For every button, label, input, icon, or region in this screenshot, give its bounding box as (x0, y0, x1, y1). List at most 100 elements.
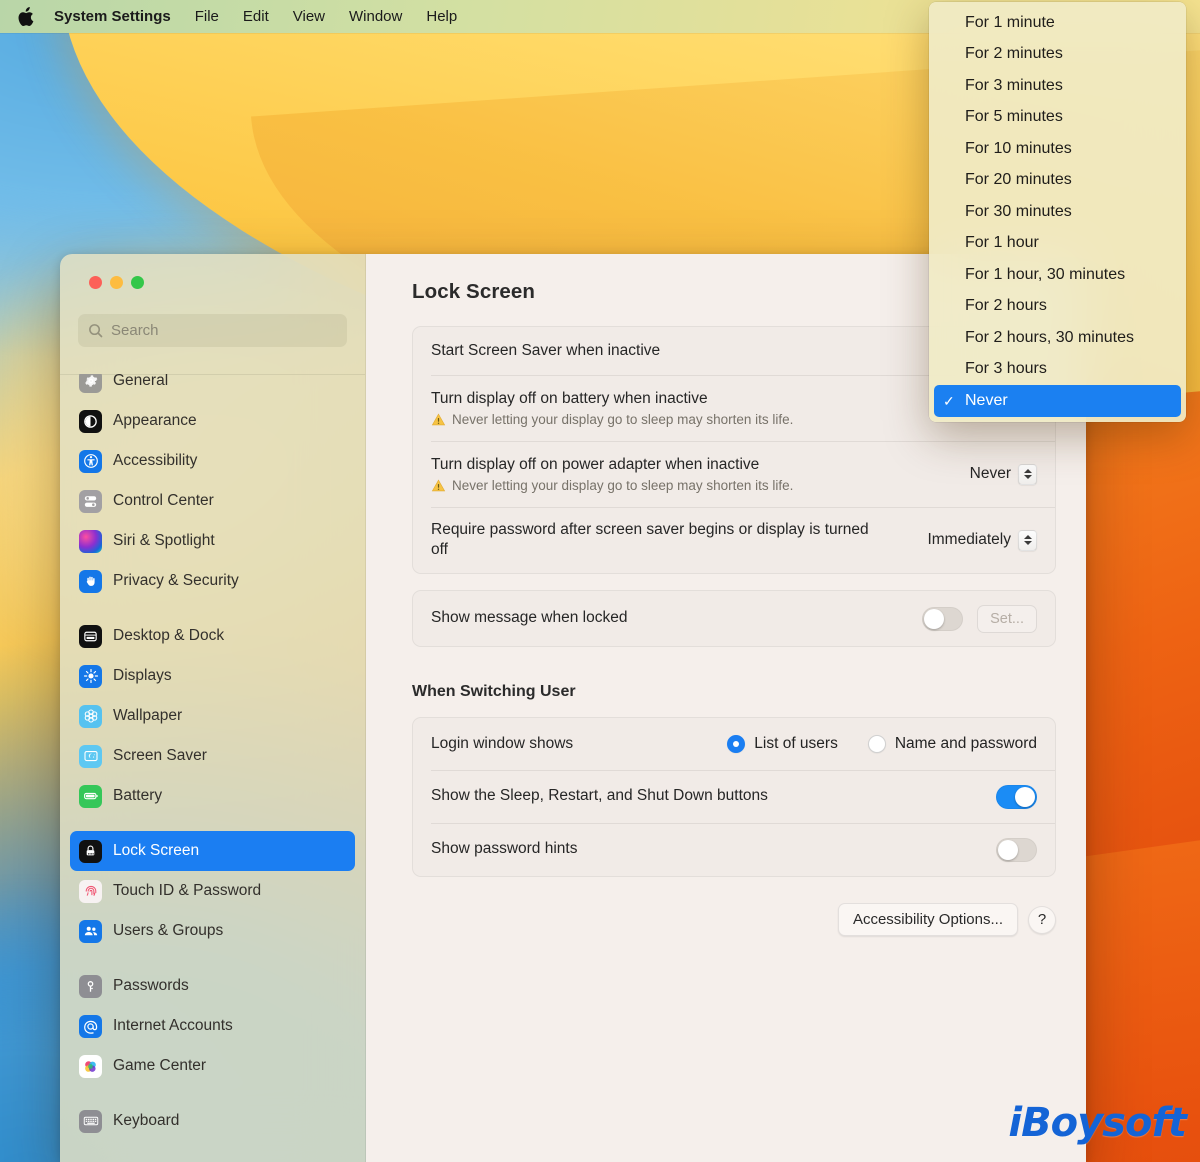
menu-option[interactable]: For 2 minutes (934, 39, 1181, 71)
menu-option-label: For 1 hour (965, 234, 1039, 252)
radio-label: Name and password (894, 735, 1037, 752)
sidebar-item-passwords[interactable]: Passwords (70, 966, 355, 1006)
chevron-updown-icon[interactable] (1018, 529, 1037, 551)
menu-option[interactable]: For 3 hours (934, 354, 1181, 386)
sidebar-item-wallpaper[interactable]: Wallpaper (70, 696, 355, 736)
displays-brightness-icon (79, 664, 102, 688)
row-display-off-power-adapter[interactable]: Turn display off on power adapter when i… (413, 441, 1055, 507)
radio-list-of-users[interactable]: List of users (727, 735, 838, 753)
menu-option-selected[interactable]: ✓ Never (934, 385, 1181, 417)
sidebar-item-appearance[interactable]: Appearance (70, 401, 355, 441)
menu-option-label: For 20 minutes (965, 171, 1072, 189)
popup-value: Never (969, 465, 1011, 482)
footer-buttons: Accessibility Options... ? (412, 903, 1056, 936)
key-icon (79, 974, 102, 998)
minimize-button[interactable] (110, 276, 123, 289)
sidebar-item-internet-accounts[interactable]: Internet Accounts (70, 1006, 355, 1046)
set-message-button[interactable]: Set... (977, 604, 1037, 633)
menu-option[interactable]: For 3 minutes (934, 70, 1181, 102)
close-button[interactable] (89, 276, 102, 289)
warning-triangle-icon (431, 413, 446, 427)
help-button[interactable]: ? (1028, 905, 1056, 934)
sidebar-item-accessibility[interactable]: Accessibility (70, 441, 355, 481)
radio-dot-icon (867, 735, 886, 753)
row-label: Show the Sleep, Restart, and Shut Down b… (431, 787, 768, 805)
settings-group-message: Show message when locked Set... (412, 590, 1056, 647)
radio-name-and-password[interactable]: Name and password (867, 735, 1037, 753)
menu-option[interactable]: For 2 hours (934, 291, 1181, 323)
sidebar-item-siri-spotlight[interactable]: Siri & Spotlight (70, 521, 355, 561)
row-show-password-hints[interactable]: Show password hints (413, 823, 1055, 876)
dropdown-menu-display-off-battery[interactable]: For 1 minute For 2 minutes For 3 minutes… (929, 2, 1186, 422)
toggle-show-message-when-locked[interactable] (922, 606, 964, 631)
popup-require-password[interactable]: Immediately (927, 529, 1037, 551)
sidebar-item-screen-saver[interactable]: Screen Saver (70, 736, 355, 776)
sidebar-item-label: Screen Saver (113, 747, 207, 764)
popup-value: Immediately (927, 531, 1011, 548)
users-groups-icon (79, 919, 102, 943)
warning-triangle-icon (431, 479, 446, 493)
sidebar-item-game-center[interactable]: Game Center (70, 1046, 355, 1086)
toggle-password-hints[interactable] (996, 837, 1037, 862)
sidebar-item-displays[interactable]: Displays (70, 656, 355, 696)
menu-option[interactable]: For 1 hour (934, 228, 1181, 260)
siri-icon (79, 529, 102, 553)
sidebar-item-desktop-dock[interactable]: Desktop & Dock (70, 616, 355, 656)
menu-item-file[interactable]: File (183, 8, 231, 25)
gear-icon (79, 374, 102, 393)
sidebar-item-lock-screen[interactable]: Lock Screen (70, 831, 355, 871)
row-warning-text: Never letting your display go to sleep m… (452, 478, 794, 494)
menu-option[interactable]: For 1 hour, 30 minutes (934, 259, 1181, 291)
sidebar-item-battery[interactable]: Battery (70, 776, 355, 816)
sidebar-item-label: Control Center (113, 492, 214, 509)
accessibility-options-button[interactable]: Accessibility Options... (837, 903, 1018, 936)
sidebar-nav-list[interactable]: General Appearance Accessibility Control… (60, 374, 365, 1162)
accessibility-icon (79, 449, 102, 473)
menu-option[interactable]: For 1 minute (934, 7, 1181, 39)
row-show-message-when-locked[interactable]: Show message when locked Set... (413, 591, 1055, 646)
toggle-sleep-restart-shutdown[interactable] (996, 784, 1037, 809)
menu-option-label: Never (965, 391, 1008, 409)
section-title-when-switching-user: When Switching User (412, 683, 576, 700)
desktop-screen: System Settings File Edit View Window He… (0, 0, 1200, 1162)
appearance-icon (79, 409, 102, 433)
sidebar-item-keyboard[interactable]: Keyboard (70, 1101, 355, 1141)
sidebar-item-label: Touch ID & Password (113, 882, 262, 899)
menu-option[interactable]: For 10 minutes (934, 133, 1181, 165)
menu-item-view[interactable]: View (281, 8, 337, 25)
sidebar-item-users-groups[interactable]: Users & Groups (70, 911, 355, 951)
menu-item-edit[interactable]: Edit (231, 8, 281, 25)
menu-item-help[interactable]: Help (414, 8, 469, 25)
menu-option[interactable]: For 2 hours, 30 minutes (934, 322, 1181, 354)
sidebar-item-touch-id-password[interactable]: Touch ID & Password (70, 871, 355, 911)
menu-option-label: For 1 minute (965, 13, 1055, 31)
apple-logo-icon[interactable] (12, 5, 38, 29)
sidebar-item-label: Accessibility (113, 452, 198, 469)
privacy-hand-icon (79, 569, 102, 593)
menu-option-label: For 2 hours (965, 297, 1047, 315)
menu-item-system-settings[interactable]: System Settings (44, 8, 183, 25)
menu-option[interactable]: For 20 minutes (934, 165, 1181, 197)
sidebar-item-label: Keyboard (113, 1112, 180, 1129)
sidebar-item-label: General (113, 374, 169, 389)
touch-id-icon (79, 879, 102, 903)
row-login-window-shows: Login window shows List of users Name an… (413, 718, 1055, 770)
settings-group-switching-user: Login window shows List of users Name an… (412, 717, 1056, 877)
sidebar-item-privacy-security[interactable]: Privacy & Security (70, 561, 355, 601)
chevron-updown-icon[interactable] (1018, 463, 1037, 485)
sidebar-item-control-center[interactable]: Control Center (70, 481, 355, 521)
menu-option[interactable]: For 30 minutes (934, 196, 1181, 228)
sidebar-item-label: Game Center (113, 1057, 207, 1074)
row-label: Turn display off on power adapter when i… (431, 455, 760, 473)
menu-item-window[interactable]: Window (337, 8, 414, 25)
menu-option[interactable]: For 5 minutes (934, 102, 1181, 134)
row-require-password[interactable]: Require password after screen saver begi… (413, 507, 1055, 573)
popup-display-off-power-adapter[interactable]: Never (969, 463, 1037, 485)
search-input[interactable]: Search (78, 314, 347, 347)
menu-option-label: For 3 minutes (965, 76, 1063, 94)
window-traffic-lights (60, 254, 365, 289)
sidebar-item-general[interactable]: General (70, 374, 355, 401)
row-show-sleep-restart-shutdown[interactable]: Show the Sleep, Restart, and Shut Down b… (413, 770, 1055, 823)
zoom-button[interactable] (131, 276, 144, 289)
